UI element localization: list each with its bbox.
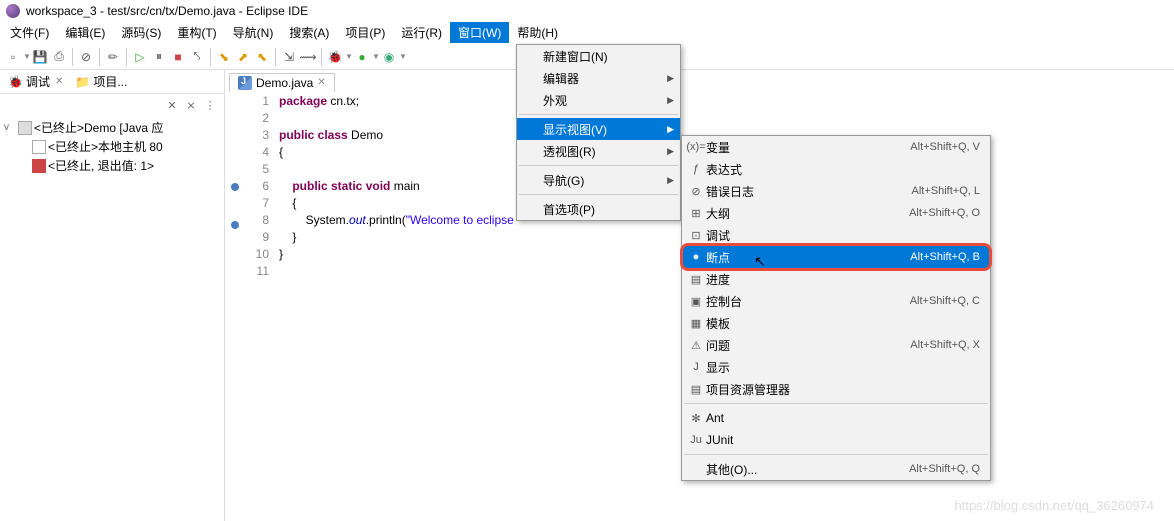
menu-item[interactable]: 运行(R) (393, 22, 450, 43)
submenu-item[interactable]: ▣控制台Alt+Shift+Q, C (682, 290, 990, 312)
submenu-item[interactable]: ▤进度 (682, 268, 990, 290)
menubar: 文件(F)编辑(E)源码(S)重构(T)导航(N)搜索(A)项目(P)运行(R)… (0, 22, 1174, 44)
submenu-item[interactable]: 其他(O)...Alt+Shift+Q, Q (682, 458, 990, 480)
submenu-item[interactable]: ⊡调试 (682, 224, 990, 246)
save-icon[interactable]: 💾 (31, 48, 49, 66)
submenu-item[interactable]: JuJUnit (682, 429, 990, 451)
editor-tab-label: Demo.java (256, 76, 313, 90)
editor-tabs: Demo.java ✕ (225, 70, 1174, 94)
skip-breakpoints-icon[interactable]: ⊘ (77, 48, 95, 66)
sidebar-toolbar: ✕ ⨯ ⋮ (0, 94, 224, 116)
window-title: workspace_3 - test/src/cn/tx/Demo.java -… (26, 4, 308, 18)
stepreturn-icon[interactable]: ⬉ (253, 48, 271, 66)
menu-item[interactable]: 导航(G)▶ (517, 169, 680, 191)
bug-icon: 🐞 (8, 75, 23, 89)
menu-item[interactable]: 显示视图(V)▶ (517, 118, 680, 140)
menu-item[interactable]: 帮助(H) (509, 22, 566, 43)
stop-icon[interactable]: ■ (169, 48, 187, 66)
window-menu-popup: 新建窗口(N)编辑器▶外观▶ 显示视图(V)▶透视图(R)▶ 导航(G)▶ 首选项(P… (516, 44, 681, 221)
menu-item[interactable]: 导航(N) (225, 22, 282, 43)
submenu-item[interactable]: ▦模板 (682, 312, 990, 334)
tree-row[interactable]: v<已终止>Demo [Java 应 (4, 118, 220, 137)
submenu-item[interactable]: ✻Ant (682, 407, 990, 429)
submenu-item[interactable]: ƒ表达式 (682, 158, 990, 180)
stepinto-icon[interactable]: ⬊ (215, 48, 233, 66)
debug-tree: v<已终止>Demo [Java 应<已终止>本地主机 80<已终止, 退出值:… (0, 116, 224, 177)
menu-item[interactable]: 新建窗口(N) (517, 45, 680, 67)
menu-item[interactable]: 项目(P) (337, 22, 393, 43)
folder-icon: 📁 (75, 75, 90, 89)
debug-icon[interactable]: 🐞 (326, 48, 344, 66)
close-icon[interactable]: ✕ (55, 76, 63, 87)
submenu-item[interactable]: J显示 (682, 356, 990, 378)
menu-item[interactable]: 窗口(W) (450, 22, 509, 43)
sidebar: 🐞调试✕ 📁项目... ✕ ⨯ ⋮ v<已终止>Demo [Java 应<已终止… (0, 70, 225, 521)
pause-icon[interactable]: ⏸ (150, 48, 168, 66)
menu-item[interactable]: 重构(T) (169, 22, 224, 43)
submenu-item[interactable]: ⚠问题Alt+Shift+Q, X (682, 334, 990, 356)
menu-item[interactable]: 文件(F) (2, 22, 57, 43)
showview-submenu: (x)=变量Alt+Shift+Q, Vƒ表达式⊘错误日志Alt+Shift+Q… (681, 135, 991, 481)
eclipse-logo-icon (6, 4, 20, 18)
stepfilter-icon[interactable]: ⟿ (299, 48, 317, 66)
menu-item[interactable]: 首选项(P) (517, 198, 680, 220)
editor-tab-demo[interactable]: Demo.java ✕ (229, 73, 335, 92)
saveall-icon[interactable]: ⎙ (50, 48, 68, 66)
menu-item[interactable]: 编辑器▶ (517, 67, 680, 89)
new-icon[interactable]: ▫ (4, 48, 22, 66)
menu-item[interactable]: 搜索(A) (281, 22, 337, 43)
titlebar: workspace_3 - test/src/cn/tx/Demo.java -… (0, 0, 1174, 22)
submenu-item[interactable]: ⊘错误日志Alt+Shift+Q, L (682, 180, 990, 202)
menu-icon[interactable]: ⋮ (202, 97, 218, 113)
line-numbers: 1234567891011 (245, 94, 275, 521)
coverage-icon[interactable]: ◉ (380, 48, 398, 66)
resume-icon[interactable]: ▷ (131, 48, 149, 66)
removeall-icon[interactable]: ⨯ (183, 97, 199, 113)
tree-row[interactable]: <已终止>本地主机 80 (4, 137, 220, 156)
gutter (225, 94, 245, 521)
tree-row[interactable]: <已终止, 退出值: 1> (4, 156, 220, 175)
submenu-item[interactable]: ▤项目资源管理器 (682, 378, 990, 400)
remove-icon[interactable]: ✕ (164, 97, 180, 113)
disconnect-icon[interactable]: ⤣ (188, 48, 206, 66)
tab-debug[interactable]: 🐞调试✕ (2, 71, 69, 92)
submenu-item[interactable]: ●断点Alt+Shift+Q, B (682, 246, 990, 268)
menu-item[interactable]: 外观▶ (517, 89, 680, 111)
menu-item[interactable]: 透视图(R)▶ (517, 140, 680, 162)
highlight-icon[interactable]: ✏ (104, 48, 122, 66)
menu-item[interactable]: 编辑(E) (57, 22, 113, 43)
java-file-icon (238, 76, 252, 90)
menu-item[interactable]: 源码(S) (113, 22, 169, 43)
sidebar-tabs: 🐞调试✕ 📁项目... (0, 70, 224, 94)
run-icon[interactable]: ● (353, 48, 371, 66)
close-icon[interactable]: ✕ (317, 77, 325, 88)
submenu-item[interactable]: ⊞大纲Alt+Shift+Q, O (682, 202, 990, 224)
dropframe-icon[interactable]: ⇲ (280, 48, 298, 66)
tab-project[interactable]: 📁项目... (69, 71, 133, 92)
stepover-icon[interactable]: ⬈ (234, 48, 252, 66)
submenu-item[interactable]: (x)=变量Alt+Shift+Q, V (682, 136, 990, 158)
